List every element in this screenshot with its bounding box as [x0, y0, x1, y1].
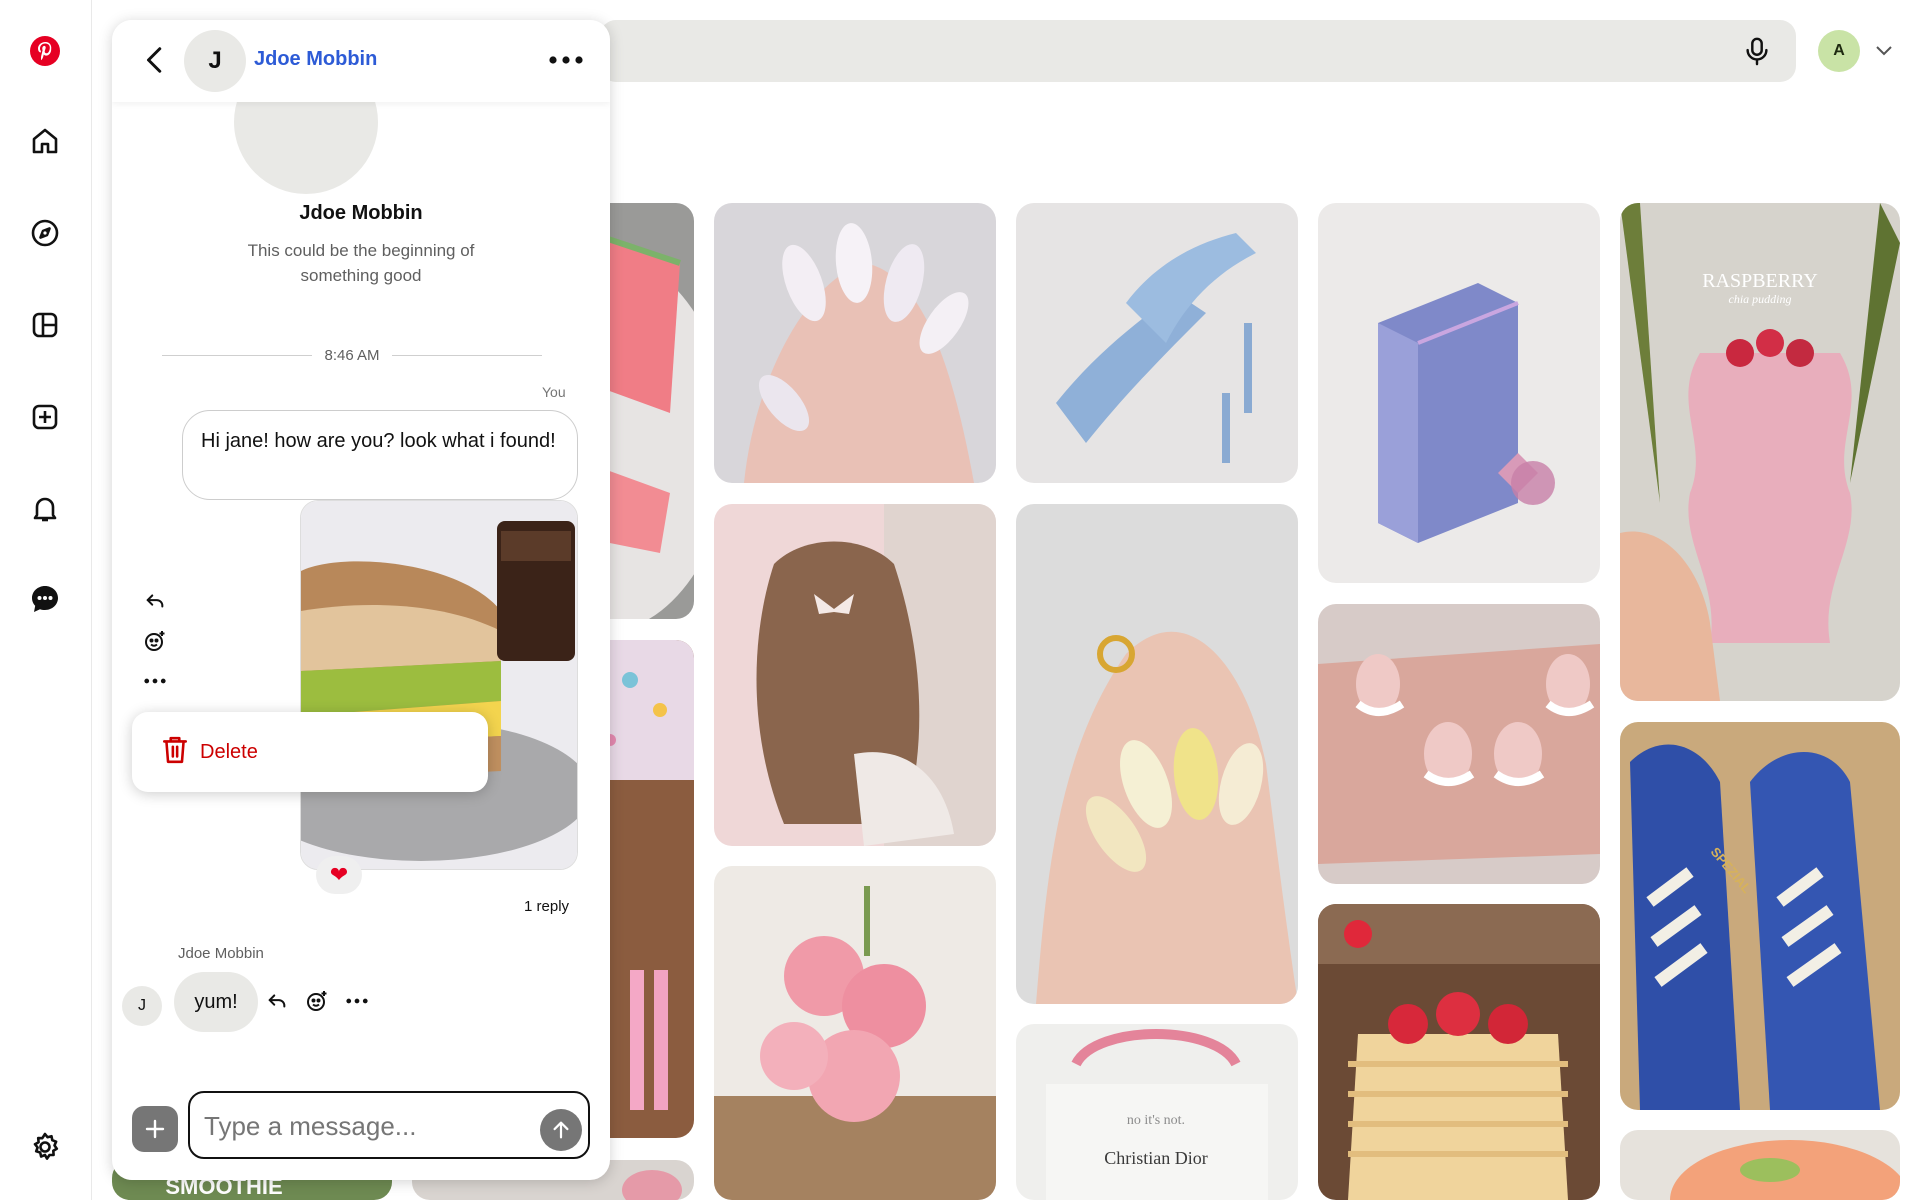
explore-icon[interactable]	[22, 210, 68, 256]
message-composer	[188, 1091, 590, 1159]
pin-hair-bow[interactable]	[714, 504, 996, 846]
more-options-icon[interactable]	[544, 40, 588, 80]
add-reaction-icon[interactable]	[302, 986, 332, 1016]
add-attachment-button[interactable]	[132, 1106, 178, 1152]
create-icon[interactable]	[22, 394, 68, 440]
pin-yellow-nails[interactable]	[1016, 504, 1298, 1004]
arrow-up-icon	[553, 1121, 569, 1139]
sender-you-label: You	[542, 384, 566, 400]
pin-salmon-toast[interactable]	[1620, 1130, 1900, 1200]
send-button[interactable]	[540, 1109, 582, 1151]
heart-reaction[interactable]: ❤	[316, 856, 362, 894]
pin-chrome-nails[interactable]	[714, 203, 996, 483]
pin-subcaption: chia pudding	[1729, 292, 1792, 306]
pin-strawberry-cake[interactable]	[1318, 904, 1600, 1200]
trash-icon	[162, 735, 188, 770]
reply-icon[interactable]	[262, 986, 292, 1016]
delete-label: Delete	[200, 740, 258, 763]
boards-icon[interactable]	[22, 302, 68, 348]
contact-name[interactable]: Jdoe Mobbin	[254, 48, 377, 71]
pin-blue-heels[interactable]	[1016, 203, 1298, 483]
pin-caption: RASPBERRY	[1702, 270, 1818, 292]
pin-raspberry-pudding[interactable]: RASPBERRY chia pudding	[1620, 203, 1900, 701]
outgoing-message-bubble[interactable]: Hi jane! how are you? look what i found!	[182, 410, 578, 500]
message-more-icon[interactable]	[140, 666, 170, 696]
incoming-avatar[interactable]: J	[122, 986, 162, 1026]
settings-icon[interactable]	[22, 1124, 68, 1170]
pin-french-nails[interactable]	[1318, 604, 1600, 884]
reply-icon[interactable]	[140, 586, 170, 616]
delete-message-button[interactable]: Delete	[132, 712, 488, 792]
messages-icon[interactable]	[22, 576, 68, 622]
chat-header: J Jdoe Mobbin	[112, 20, 610, 102]
intro-subtitle: This could be the beginning of something…	[247, 241, 475, 285]
search-bar[interactable]	[600, 20, 1796, 82]
incoming-sender-label: Jdoe Mobbin	[178, 945, 264, 962]
pin-dior-bag[interactable]: no it's not. Christian Dior	[1016, 1024, 1298, 1200]
left-nav-rail	[0, 0, 92, 1200]
pin-pink-lilies[interactable]	[714, 866, 996, 1200]
back-arrow-icon[interactable]	[136, 40, 176, 80]
pin-books-box[interactable]	[1318, 203, 1600, 583]
plus-icon	[145, 1119, 165, 1139]
timestamp: 8:46 AM	[324, 346, 380, 364]
shared-pin-image[interactable]	[300, 500, 578, 870]
message-more-icon[interactable]	[342, 986, 372, 1016]
pinterest-logo-icon[interactable]	[22, 28, 68, 74]
chevron-down-icon[interactable]	[1872, 38, 1896, 62]
timestamp-divider: 8:46 AM	[162, 345, 543, 365]
pin-subcaption: Christian Dior	[1104, 1148, 1208, 1168]
home-icon[interactable]	[22, 118, 68, 164]
microphone-icon[interactable]	[1740, 34, 1774, 68]
pin-caption: no it's not.	[1127, 1113, 1185, 1128]
incoming-message-bubble[interactable]: yum!	[174, 972, 258, 1032]
divider	[162, 354, 313, 356]
add-reaction-icon[interactable]	[140, 626, 170, 656]
chat-panel: J Jdoe Mobbin Jdoe Mobbin This could be …	[112, 20, 610, 1180]
message-input[interactable]	[204, 1107, 514, 1145]
account-avatar[interactable]: A	[1818, 30, 1860, 72]
pin-adidas-spezial[interactable]: SPEZIAL	[1620, 722, 1900, 1110]
intro-contact-name: Jdoe Mobbin	[299, 202, 423, 224]
reply-count-link[interactable]: 1 reply	[524, 898, 569, 915]
divider	[391, 354, 543, 356]
notifications-icon[interactable]	[22, 486, 68, 532]
contact-avatar[interactable]: J	[184, 30, 246, 92]
